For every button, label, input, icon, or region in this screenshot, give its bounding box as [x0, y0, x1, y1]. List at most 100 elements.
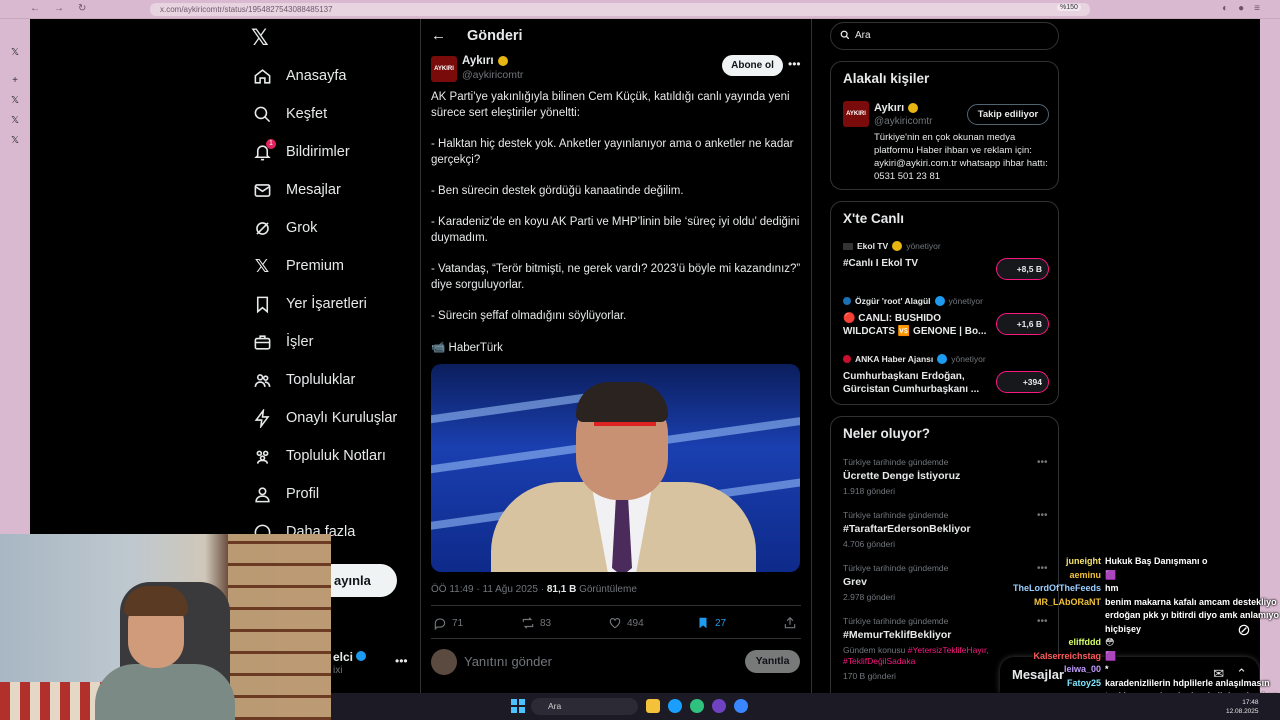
profile-icon[interactable]: ● [1238, 3, 1244, 14]
live-title: #Canlı I Ekol TV [843, 258, 919, 269]
blue-verified-icon [937, 354, 948, 364]
nav-jobs[interactable]: İşler [252, 327, 313, 357]
like-action[interactable]: 494 [608, 616, 644, 630]
reply-input[interactable]: Yanıtını gönder [464, 654, 552, 669]
related-avatar[interactable]: AYKIRI [843, 101, 869, 127]
more-options-icon[interactable]: ••• [788, 57, 801, 71]
nav-premium[interactable]: 𝕏 Premium [252, 251, 344, 281]
bell-icon: 1 [252, 139, 276, 162]
windows-start-icon[interactable] [511, 699, 525, 713]
live-title: 🔴 CANLI: BUSHIDO WILDCATS 🆚 GENONE | Bo.… [843, 313, 987, 337]
source-avatar-icon [843, 297, 851, 305]
taskbar-search-text: Ara [548, 701, 562, 711]
address-bar[interactable]: x.com/aykiricomtr/status/195482754308848… [150, 3, 1090, 16]
tweet-video[interactable] [431, 364, 800, 572]
folder-icon[interactable] [646, 699, 660, 713]
nav-messages[interactable]: Mesajlar [252, 175, 341, 205]
view-count: 81,1 B [546, 584, 577, 595]
tab-x-icon[interactable]: 𝕏 [9, 47, 21, 59]
author-handle[interactable]: @aykiricomtr [462, 69, 523, 81]
gold-verified-icon [908, 103, 919, 113]
tweet-timestamp[interactable]: ÖÖ 11:49 · 11 Ağu 2025 · [431, 584, 547, 595]
steam-icon[interactable] [668, 699, 682, 713]
browser-tools: ◐ ● ≡ [1222, 3, 1260, 14]
user-avatar[interactable] [431, 649, 457, 675]
nav-profile[interactable]: Profil [252, 479, 319, 509]
browser-nav: ← → ↻ [30, 3, 86, 14]
trend-item[interactable]: Türkiye tarihinde gündemde Ücrette Denge… [843, 457, 1053, 496]
subscribe-button[interactable]: Abone ol [722, 55, 783, 76]
back-icon[interactable]: ← [30, 3, 40, 14]
app-icon[interactable] [690, 699, 704, 713]
source-status: yönetiyor [951, 354, 986, 364]
reply-action[interactable]: 71 [433, 616, 463, 630]
x-logo-icon[interactable]: 𝕏 [251, 25, 269, 51]
main-right-border [811, 19, 812, 693]
nav-community-notes[interactable]: Topluluk Notları [252, 441, 386, 471]
author-name[interactable]: Aykırı [462, 55, 508, 67]
nav-notifications[interactable]: 1 Bildirimler [252, 137, 350, 167]
reload-icon[interactable]: ↻ [78, 3, 86, 14]
account-name[interactable]: elci [333, 650, 367, 664]
trend-context: Türkiye tarihinde gündemde [843, 510, 949, 520]
people-icon [252, 370, 272, 390]
trend-more-icon[interactable]: ••• [1037, 510, 1048, 521]
bookmark-icon [252, 294, 272, 314]
source-name: Özgür 'root' Alagül [855, 296, 931, 306]
account-more-icon[interactable]: ••• [395, 654, 408, 668]
envelope-icon [252, 180, 272, 200]
taskbar-search[interactable]: Ara [531, 698, 638, 715]
chat-text: * [1105, 664, 1109, 674]
search-input[interactable]: Ara [830, 22, 1059, 50]
browser-icon[interactable] [712, 699, 726, 713]
add-tab-icon[interactable]: + [9, 75, 21, 87]
source-avatar-icon [843, 355, 851, 363]
following-button[interactable]: Takip ediliyor [967, 104, 1049, 125]
back-arrow-icon[interactable]: ← [431, 27, 446, 44]
repost-icon [522, 617, 534, 629]
trend-name: Ücrette Denge İstiyoruz [843, 470, 961, 482]
chat-message: Kalserreichstag 🟪 [990, 650, 1280, 664]
divider [431, 605, 801, 606]
nav-bookmarks[interactable]: Yer İşaretleri [252, 289, 367, 319]
source-name: ANKA Haber Ajansı [855, 354, 934, 364]
app-icon[interactable] [734, 699, 748, 713]
taskbar-clock[interactable]: 17:48 12.08.2025 [1226, 698, 1259, 716]
nav-grok[interactable]: Grok [252, 213, 317, 243]
live-listeners-pill[interactable]: +394 [996, 371, 1049, 393]
blue-verified-icon [934, 296, 945, 306]
trend-more-icon[interactable]: ••• [1037, 457, 1048, 468]
nav-communities[interactable]: Topluluklar [252, 365, 355, 395]
live-listeners-pill[interactable]: +8,5 B [996, 258, 1049, 280]
tweet-paragraph: - Sürecin şeffaf olmadığını söylüyorlar. [431, 310, 627, 322]
bookmark-action[interactable]: 27 [696, 616, 726, 630]
trend-item[interactable]: Türkiye tarihinde gündemde #TaraftarEder… [843, 510, 1053, 549]
repost-action[interactable]: 83 [521, 616, 551, 630]
zoom-level[interactable]: %150 [1057, 4, 1081, 11]
share-action[interactable] [783, 616, 797, 630]
notification-badge: 1 [266, 139, 276, 149]
menu-icon[interactable]: ≡ [1254, 3, 1260, 14]
trend-context: Türkiye tarihinde gündemde [843, 457, 949, 467]
author-avatar[interactable]: AYKIRI [431, 56, 457, 82]
chat-message: leiwa_00 * [990, 663, 1280, 677]
nav-verified-orgs[interactable]: Onaylı Kuruluşlar [252, 403, 397, 433]
tab-x-icon[interactable]: 𝕏 [9, 135, 21, 147]
related-name[interactable]: Aykırı [874, 102, 919, 114]
tab-x-icon[interactable]: 𝕏 [9, 115, 21, 127]
reply-button[interactable]: Yanıtla [745, 650, 800, 673]
tab-x-icon[interactable]: 𝕏 [9, 95, 21, 107]
home-icon [252, 66, 272, 86]
like-count: 494 [627, 617, 644, 629]
extension-icon[interactable]: ◐ [1222, 3, 1228, 14]
nav-explore[interactable]: Keşfet [252, 99, 327, 129]
forward-icon[interactable]: → [54, 3, 64, 14]
person-hair [576, 382, 668, 422]
trend-count: 1.918 gönderi [843, 486, 895, 496]
author-name-text: Aykırı [462, 55, 494, 67]
nav-home[interactable]: Anasayfa [252, 61, 346, 91]
nav-label: Grok [286, 220, 318, 236]
live-listeners-pill[interactable]: +1,6 B [996, 313, 1049, 335]
trend-count: 4.706 gönderi [843, 539, 895, 549]
clock-date: 12.08.2025 [1226, 708, 1259, 715]
